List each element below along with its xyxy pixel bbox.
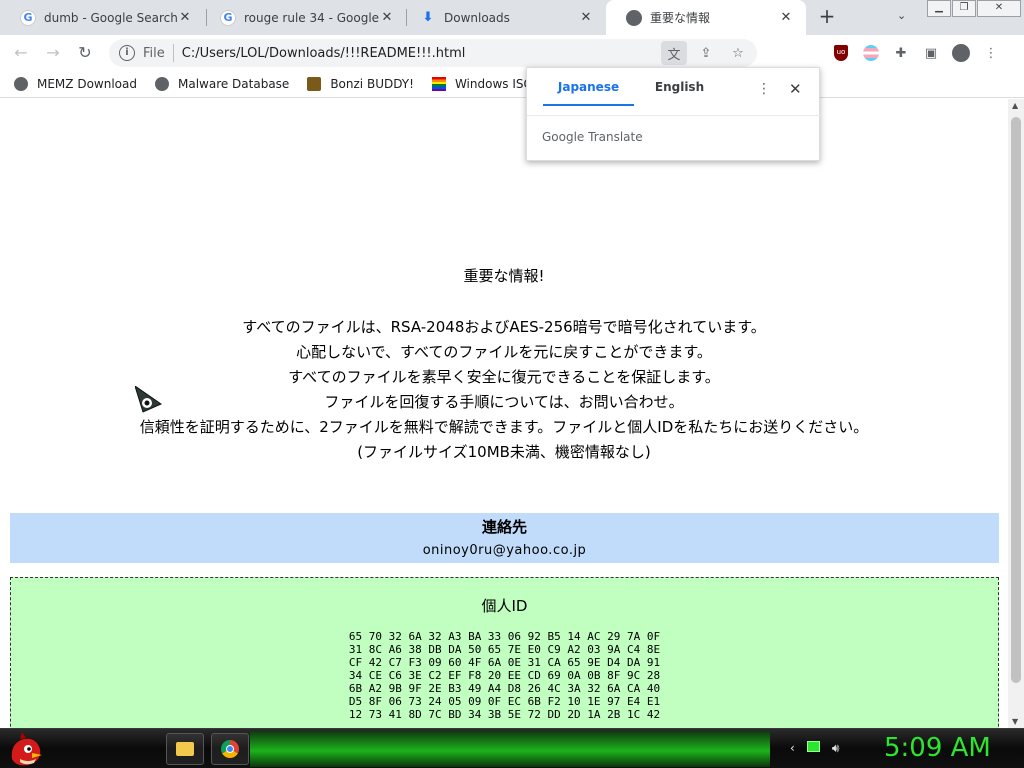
- globe-icon: [14, 77, 28, 91]
- download-icon: ⬇: [422, 10, 434, 25]
- kebab-menu-icon[interactable]: ⋮: [979, 41, 1003, 65]
- taskbar-glow: [250, 731, 770, 767]
- reload-button[interactable]: ↻: [72, 41, 98, 65]
- new-tab-button[interactable]: +: [816, 6, 838, 28]
- extensions-area: uo ✚ ▣ ⋮: [829, 41, 1003, 65]
- bonzi-icon: [307, 77, 322, 91]
- taskbar-chrome-button[interactable]: [211, 733, 249, 765]
- tab-dumb-search[interactable]: G dumb - Google Search ✕: [0, 0, 205, 35]
- globe-icon: [154, 77, 169, 91]
- contact-box: 連絡先 oninoy0ru@yahoo.co.jp: [10, 513, 999, 563]
- personal-id-box: 個人ID 65 70 32 6A 32 A3 BA 33 06 92 B5 14…: [10, 577, 999, 728]
- translate-divider: [527, 115, 821, 116]
- tab-downloads[interactable]: ⬇ Downloads ✕: [400, 0, 606, 35]
- translate-popup: Japanese English ⋮ ✕ Google Translate: [526, 67, 821, 161]
- ublock-extension-icon[interactable]: uo: [829, 41, 853, 65]
- trans-flag-extension-icon[interactable]: [859, 41, 883, 65]
- chrome-icon: [221, 740, 239, 758]
- message-line: 心配しないで、すべてのファイルを元に戻すことができます。: [296, 343, 712, 361]
- page-heading: 重要な情報!: [463, 267, 545, 285]
- bookmark-windows-isos[interactable]: Windows ISOs: [431, 77, 539, 91]
- folder-icon: [176, 742, 194, 756]
- message-line: (ファイルサイズ10MB未満、機密情報なし): [357, 443, 651, 461]
- restore-button[interactable]: ❐: [952, 0, 976, 17]
- message-line: すべてのファイルは、RSA-2048およびAES-256暗号で暗号化されています…: [242, 318, 766, 336]
- taskbar-clock[interactable]: 5:09 AM: [884, 733, 991, 763]
- google-translate-brand: Google Translate: [542, 130, 643, 144]
- close-tab-icon[interactable]: ✕: [177, 10, 193, 25]
- minimize-button[interactable]: ▁: [927, 0, 951, 17]
- extensions-puzzle-icon[interactable]: ✚: [889, 41, 913, 65]
- system-tray: ‹ 🔊︎: [790, 741, 839, 756]
- info-icon[interactable]: i: [119, 45, 135, 61]
- message-line: 信頼性を証明するために、2ファイルを無料で解読できます。ファイルと個人IDを私た…: [139, 418, 869, 436]
- tab-search-chevron-icon[interactable]: ⌄: [897, 9, 906, 22]
- scroll-down-icon[interactable]: ▼: [1012, 717, 1018, 726]
- contact-email[interactable]: oninoy0ru@yahoo.co.jp: [10, 543, 999, 558]
- personal-id-hex: 65 70 32 6A 32 A3 BA 33 06 92 B5 14 AC 2…: [348, 630, 661, 721]
- taskbar: ‹ 🔊︎ 5:09 AM: [0, 728, 1024, 768]
- omnibox-separator: [172, 44, 174, 62]
- tray-expand-icon[interactable]: ‹: [790, 741, 795, 756]
- share-icon[interactable]: ⇪: [693, 41, 719, 65]
- bookmark-memz[interactable]: MEMZ Download: [14, 77, 137, 91]
- tab-strip: G dumb - Google Search ✕ G rouge rule 34…: [0, 0, 1024, 35]
- close-window-button[interactable]: ✕: [977, 0, 1021, 17]
- back-button[interactable]: ←: [8, 41, 34, 65]
- translate-tab-english[interactable]: English: [634, 80, 725, 106]
- url-text[interactable]: C:/Users/LOL/Downloads/!!!README!!!.html: [182, 46, 661, 61]
- google-g-icon: G: [220, 9, 236, 26]
- close-tab-icon[interactable]: ✕: [778, 10, 794, 25]
- translate-icon[interactable]: 文: [661, 41, 687, 65]
- translate-tab-japanese[interactable]: Japanese: [543, 80, 634, 106]
- file-label: File: [143, 45, 165, 61]
- bookmark-bonzi-buddy[interactable]: Bonzi BUDDY!: [307, 77, 414, 91]
- bookmark-star-icon[interactable]: ☆: [725, 41, 751, 65]
- google-g-icon: G: [20, 9, 36, 26]
- taskbar-explorer-button[interactable]: [166, 733, 204, 765]
- tab-rouge-search[interactable]: G rouge rule 34 - Google Search ✕: [200, 0, 407, 35]
- eye-cursor-icon: [135, 386, 163, 413]
- volume-icon[interactable]: 🔊︎: [832, 741, 840, 756]
- personal-id-title: 個人ID: [481, 597, 528, 615]
- tab-readme[interactable]: 重要な情報 ✕: [606, 0, 806, 35]
- translate-menu-icon[interactable]: ⋮: [757, 81, 771, 97]
- scroll-up-icon[interactable]: ▲: [1012, 101, 1018, 110]
- close-tab-icon[interactable]: ✕: [379, 10, 395, 25]
- bookmark-malware-database[interactable]: Malware Database: [154, 77, 289, 91]
- page-scrollbar[interactable]: ▲ ▼: [1008, 99, 1024, 728]
- side-panel-icon[interactable]: ▣: [919, 41, 943, 65]
- globe-icon: [626, 9, 642, 26]
- scroll-thumb[interactable]: [1011, 117, 1021, 683]
- angry-bird-start-icon[interactable]: [6, 729, 46, 768]
- window-controls: ▁ ❐ ✕: [927, 0, 1022, 17]
- rainbow-flag-icon: [431, 77, 446, 91]
- address-bar[interactable]: i File C:/Users/LOL/Downloads/!!!README!…: [109, 39, 757, 67]
- toolbar: ← → ↻ i File C:/Users/LOL/Downloads/!!!R…: [0, 35, 1024, 71]
- close-tab-icon[interactable]: ✕: [578, 10, 594, 25]
- forward-button[interactable]: →: [40, 41, 66, 65]
- translate-close-icon[interactable]: ✕: [789, 80, 802, 98]
- contact-title: 連絡先: [481, 518, 527, 536]
- network-icon[interactable]: [806, 741, 820, 752]
- profile-avatar-icon[interactable]: [949, 41, 973, 65]
- bookmarks-bar: MEMZ Download Malware Database Bonzi BUD…: [0, 71, 1024, 98]
